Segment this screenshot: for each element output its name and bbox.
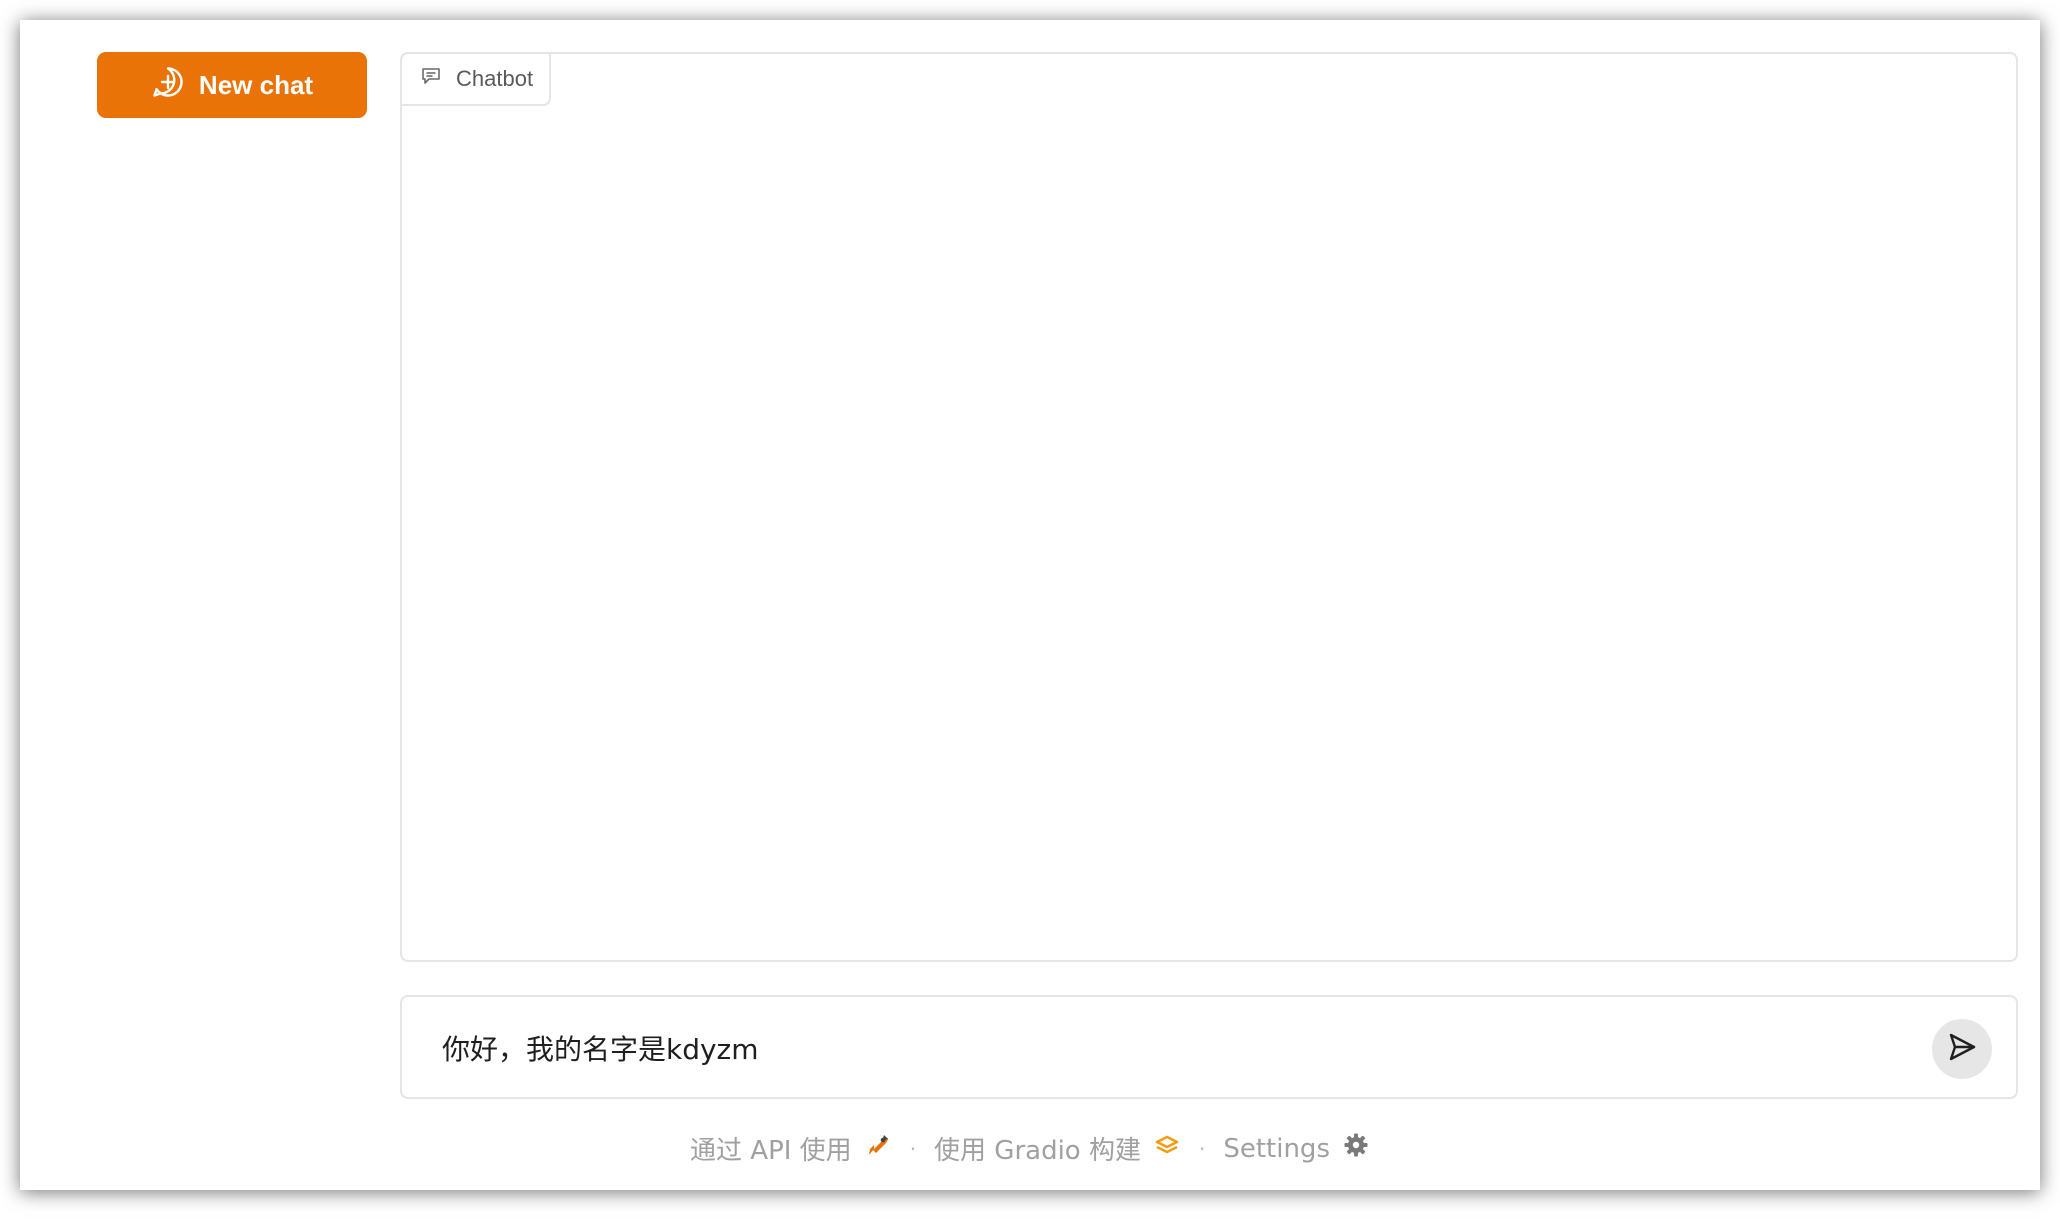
new-chat-label: New chat <box>198 69 314 100</box>
chat-bubble-icon <box>420 65 442 93</box>
new-chat-button[interactable]: New chat <box>97 52 367 118</box>
send-button[interactable] <box>1932 1019 1992 1079</box>
message-input-box <box>400 995 2018 1099</box>
api-link[interactable]: 通过 API 使用 <box>690 1130 892 1167</box>
chatbot-label-tag: Chatbot <box>400 52 552 106</box>
footer-separator: · <box>909 1136 917 1161</box>
chatbot-panel: Chatbot <box>400 52 2018 962</box>
send-icon <box>1946 1031 1978 1067</box>
gradio-link[interactable]: 使用 Gradio 构建 <box>934 1130 1181 1167</box>
rocket-icon <box>864 1131 892 1166</box>
footer: 通过 API 使用 · 使用 Gradio 构建 · Settings <box>20 1130 2040 1167</box>
chat-plus-icon <box>151 65 185 106</box>
gradio-logo-icon <box>1153 1131 1181 1166</box>
gear-icon <box>1342 1131 1370 1166</box>
gradio-link-label: 使用 Gradio 构建 <box>934 1136 1141 1166</box>
chatbot-label-text: Chatbot <box>456 66 534 91</box>
settings-link[interactable]: Settings <box>1223 1131 1370 1166</box>
api-link-label: 通过 API 使用 <box>690 1136 852 1166</box>
settings-link-label: Settings <box>1223 1133 1330 1164</box>
footer-separator: · <box>1198 1136 1206 1161</box>
app-window: New chat Chatbot 通 <box>20 20 2040 1190</box>
message-input[interactable] <box>442 1021 1882 1075</box>
